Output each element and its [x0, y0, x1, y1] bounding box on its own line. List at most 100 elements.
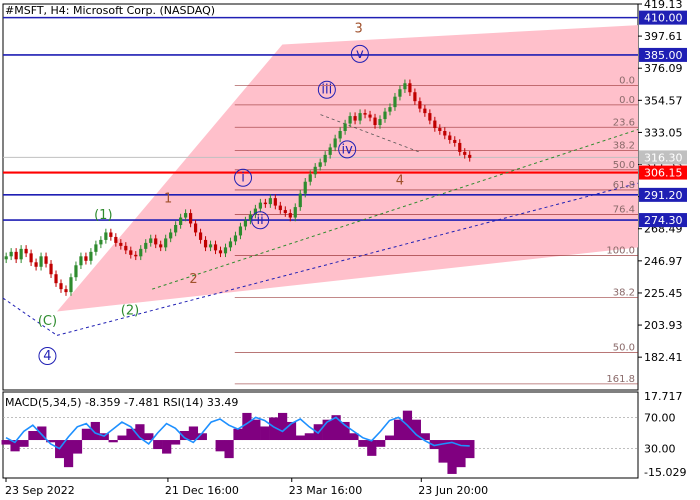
- candle-body: [443, 131, 447, 136]
- macd-bar: [72, 440, 83, 454]
- candle-body: [203, 239, 208, 248]
- candle-body: [213, 244, 218, 251]
- candle-body: [19, 248, 23, 260]
- candle-body: [144, 242, 148, 249]
- fib-label-9: 50.0: [613, 343, 635, 354]
- y-tick-label-9: 225.45: [644, 287, 683, 300]
- macd-bar: [277, 412, 288, 441]
- candle-body: [363, 113, 367, 115]
- macd-bar: [28, 430, 38, 441]
- candle-body: [184, 213, 188, 218]
- candle-body: [383, 111, 387, 120]
- fib-label-5: 61.8: [613, 180, 635, 191]
- macd-bar: [376, 440, 386, 447]
- candle-body: [149, 238, 153, 243]
- candle-body: [348, 116, 352, 124]
- candle-body: [353, 116, 357, 121]
- macd-bar: [385, 435, 395, 441]
- fib-label-3: 38.2: [613, 140, 635, 151]
- fib-label-4: 50.0: [613, 160, 635, 171]
- candle-body: [119, 242, 123, 246]
- candle-body: [378, 119, 382, 126]
- candle-body: [308, 174, 312, 182]
- candle-body: [268, 198, 272, 205]
- candle-body: [458, 142, 462, 152]
- candle-body: [398, 89, 402, 97]
- macd-bar: [170, 440, 181, 445]
- candle-body: [99, 239, 103, 245]
- candle-body: [188, 213, 193, 224]
- candle-body: [109, 232, 113, 237]
- candle-body: [134, 254, 138, 257]
- macd-bar: [393, 419, 404, 441]
- candle-body: [59, 283, 63, 290]
- y-tick-label-8: 246.97: [644, 255, 683, 268]
- wave-label-11: iv: [342, 142, 354, 157]
- candle-body: [453, 139, 457, 143]
- fib-label-2: 23.6: [613, 117, 635, 128]
- candle-body: [84, 256, 88, 261]
- macd-bar: [465, 440, 475, 459]
- candle-body: [428, 113, 432, 121]
- wave-label-9: ii: [257, 213, 264, 228]
- macd-bar: [260, 426, 270, 441]
- macd-bar: [63, 440, 74, 468]
- y-tick-label-11: 182.41: [644, 351, 683, 364]
- chart-svg: 0.0 0.0 23.6 38.2 50.0 61.8 76.4 100.0 38.2 50.0 1…: [1, 0, 687, 497]
- candle-body: [64, 289, 68, 293]
- candle-body: [94, 244, 98, 252]
- candle-body: [208, 244, 213, 248]
- x-tick-label-0: 23 Sep 2022: [5, 484, 75, 497]
- indicator-tick-label-3: -15.029: [644, 466, 686, 479]
- wave-label-8: i: [241, 171, 245, 186]
- candle-body: [328, 147, 332, 155]
- fib-label-1: 0.0: [619, 95, 635, 106]
- candle-body: [223, 247, 228, 254]
- indicator-tick-label-1: 70.00: [644, 411, 676, 424]
- candle-body: [373, 117, 377, 126]
- candle-body: [124, 245, 128, 251]
- candle-body: [263, 202, 267, 205]
- candle-body: [393, 96, 397, 108]
- price-tag-label-4: 291.20: [644, 189, 683, 202]
- candle-body: [403, 83, 407, 90]
- x-tick-label-3: 23 Jun 20:00: [418, 484, 488, 497]
- candle-body: [24, 248, 28, 254]
- candle-body: [193, 223, 198, 233]
- candle-body: [198, 232, 203, 240]
- candle-body: [388, 107, 392, 112]
- x-tick-label-2: 23 Mar 16:00: [289, 484, 362, 497]
- candle-body: [74, 265, 78, 278]
- candle-body: [438, 128, 442, 132]
- macd-bar: [215, 440, 225, 452]
- price-tag-label-1: 385.00: [644, 49, 683, 62]
- candle-body: [79, 256, 83, 266]
- candle-body: [89, 251, 93, 261]
- candle-body: [343, 123, 347, 132]
- indicator-title: MACD(5,34,5) -8.359 -7.481 RSI(14) 33.49: [5, 396, 238, 409]
- candle-body: [179, 217, 183, 225]
- indicator-tick-label-0: 17.717: [644, 390, 683, 403]
- candle-body: [338, 131, 342, 139]
- wave-label-10: iii: [321, 83, 332, 98]
- fib-label-7: 100.0: [606, 246, 635, 257]
- candle-body: [54, 274, 58, 284]
- channel-wedge: [56, 25, 639, 312]
- candle-body: [408, 83, 412, 93]
- chart-root: 0.0 0.0 23.6 38.2 50.0 61.8 76.4 100.0 38.2 50.0 1…: [0, 0, 700, 500]
- candle-body: [159, 244, 163, 248]
- wave-label-7: 4: [396, 174, 404, 189]
- macd-bar: [117, 435, 127, 441]
- candle-body: [313, 166, 317, 175]
- macd-bar: [19, 440, 29, 447]
- macd-bar: [304, 433, 314, 441]
- price-tag-label-0: 410.00: [644, 12, 683, 25]
- price-tag-label-2: 316.30: [644, 151, 683, 164]
- price-tag-label-5: 274.30: [644, 214, 683, 227]
- candle-body: [29, 253, 33, 263]
- candle-body: [44, 256, 48, 264]
- chart-title: #MSFT, H4: Microsoft Corp. (NASDAQ): [5, 4, 215, 17]
- candle-body: [34, 262, 38, 267]
- candle-body: [433, 120, 437, 129]
- macd-bar: [286, 421, 297, 441]
